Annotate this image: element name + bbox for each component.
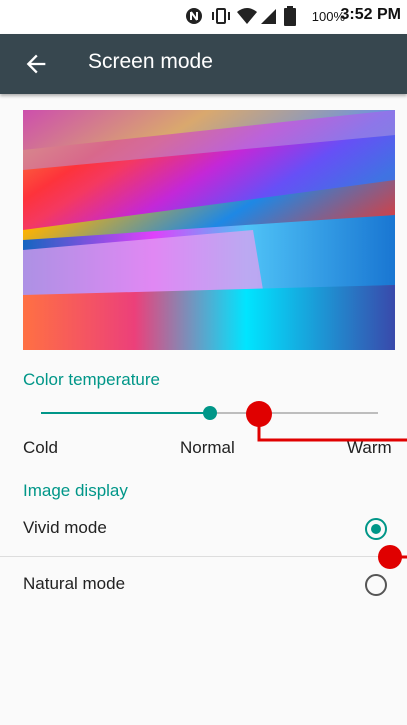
vibrate-icon bbox=[212, 8, 230, 24]
cold-label: Cold bbox=[23, 438, 58, 457]
status-bar: 100% 3:52 PM bbox=[0, 0, 407, 34]
preview-image bbox=[23, 110, 395, 350]
page-title: Screen mode bbox=[88, 50, 213, 73]
natural-mode-label: Natural mode bbox=[23, 574, 126, 593]
color-temperature-header: Color temperature bbox=[23, 370, 161, 389]
natural-mode-radio[interactable] bbox=[365, 574, 387, 596]
status-time: 3:52 PM bbox=[340, 6, 401, 23]
battery-icon bbox=[284, 6, 296, 26]
vivid-mode-option[interactable]: Vivid mode bbox=[0, 502, 407, 556]
cell-signal-icon bbox=[261, 9, 276, 24]
nfc-icon bbox=[186, 8, 202, 24]
natural-mode-option[interactable]: Natural mode bbox=[0, 558, 407, 612]
annotation-overlay bbox=[246, 401, 407, 569]
app-toolbar: Screen mode bbox=[0, 34, 407, 94]
vivid-mode-radio[interactable] bbox=[365, 518, 387, 540]
normal-label: Normal bbox=[180, 438, 235, 457]
divider bbox=[0, 556, 407, 557]
warm-label: Warm bbox=[347, 438, 392, 457]
vivid-mode-label: Vivid mode bbox=[23, 518, 107, 537]
color-temperature-slider[interactable] bbox=[41, 401, 378, 425]
arrow-back-icon[interactable] bbox=[22, 50, 50, 78]
image-display-header: Image display bbox=[23, 481, 128, 500]
wifi-icon bbox=[237, 8, 257, 24]
